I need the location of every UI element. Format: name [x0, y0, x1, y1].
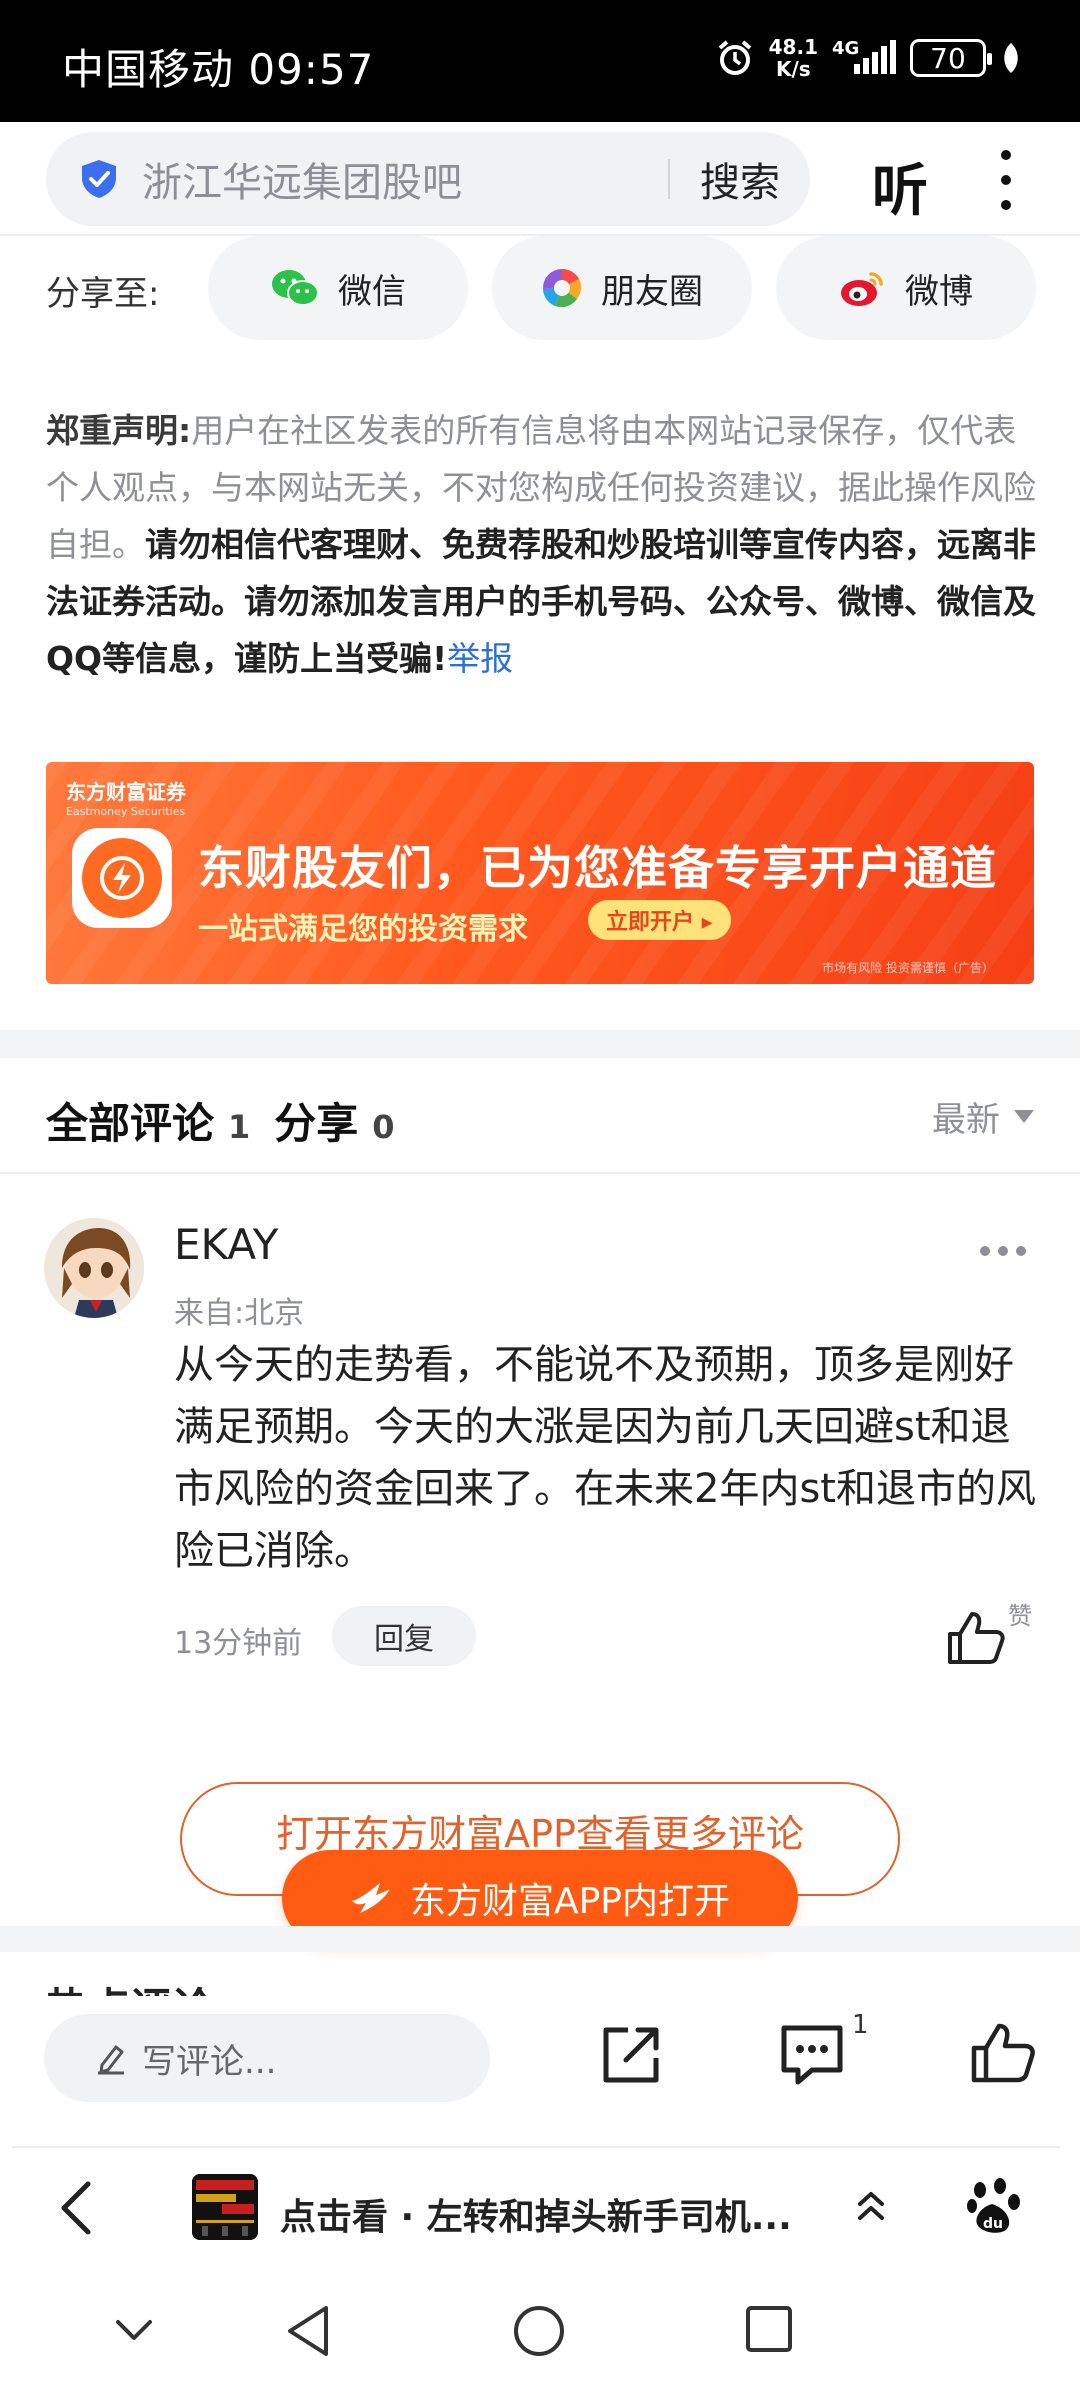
nav-home-icon[interactable]	[512, 2304, 566, 2358]
listen-button[interactable]: 听	[872, 146, 928, 227]
battery-indicator: 70	[910, 39, 992, 77]
comment-location: 来自:北京	[174, 1296, 305, 1331]
all-comments-count: 1	[228, 1108, 251, 1146]
section-heading-cutoff: 热点评论	[46, 1978, 346, 1999]
search-button[interactable]: 搜索	[670, 150, 810, 208]
signal-icon: 4G	[832, 38, 896, 78]
weibo-icon	[841, 272, 883, 306]
section-divider	[0, 1926, 1080, 1952]
comment-time: 13分钟前	[174, 1626, 303, 1661]
search-input[interactable]: 浙江华远集团股吧	[142, 150, 668, 208]
shares-count: 0	[372, 1108, 395, 1146]
comment-icon[interactable]	[778, 2022, 846, 2088]
ad-open-account-button[interactable]: 立即开户 ▸	[588, 900, 731, 940]
chevron-up-icon[interactable]	[856, 2188, 886, 2224]
share-icon[interactable]	[598, 2022, 664, 2088]
network-speed: 48.1 K/s	[768, 35, 818, 81]
ad-brand: 东方财富证券 Eastmoney Securities	[66, 780, 186, 818]
comment-body: 从今天的走势看，不能说不及预期，顶多是刚好满足预期。今天的大涨是因为前几天回避s…	[174, 1342, 1036, 1574]
share-moments-label: 朋友圈	[601, 271, 703, 312]
ad-subtitle: 一站式满足您的投资需求	[198, 912, 528, 947]
ad-note: 市场有风险 投资需谨慎（广告）	[822, 961, 994, 975]
eastmoney-logo-icon	[351, 1883, 390, 1913]
alarm-icon	[718, 40, 751, 75]
reply-button[interactable]: 回复	[332, 1606, 476, 1666]
comment-count-badge: 1	[852, 2010, 869, 2040]
share-weibo-label: 微博	[905, 271, 973, 312]
tab-all-comments[interactable]: 全部评论	[46, 1099, 214, 1148]
nav-recents-icon[interactable]	[744, 2304, 794, 2354]
section-divider	[0, 1030, 1080, 1058]
share-wechat-button[interactable]: 微信	[208, 236, 468, 340]
status-bar: 中国移动 09:57 48.1 K/s 4G 70	[0, 0, 1080, 122]
system-nav-bar	[0, 2268, 1080, 2388]
back-arrow-icon[interactable]	[56, 2178, 96, 2238]
triangle-down-icon	[1014, 1110, 1034, 1123]
baidu-paw-icon[interactable]: du	[966, 2178, 1022, 2236]
comment-toolbar: 写评论... 1	[0, 1996, 1080, 2148]
report-link[interactable]: 举报	[447, 639, 513, 678]
share-weibo-button[interactable]: 微博	[776, 236, 1036, 340]
thumbs-up-icon[interactable]	[946, 1610, 1006, 1666]
comment-tabs: 全部评论 1 分享 0	[46, 1090, 419, 1151]
moments-icon	[542, 268, 581, 308]
nav-back-icon[interactable]	[284, 2304, 332, 2358]
ad-logo-icon	[72, 828, 172, 928]
sort-dropdown[interactable]: 最新	[932, 1092, 1034, 1141]
disclaimer: 郑重声明:用户在社区发表的所有信息将由本网站记录保存，仅代表个人观点，与本网站无…	[46, 402, 1036, 687]
page-title[interactable]: 点击看 · 左转和掉头新手司机...	[280, 2188, 792, 2240]
carrier-time: 中国移动 09:57	[62, 45, 375, 94]
video-thumbnail[interactable]	[192, 2174, 258, 2240]
pencil-icon	[98, 2045, 124, 2075]
chevron-down-icon[interactable]	[114, 2318, 154, 2342]
share-label: 分享至:	[46, 274, 160, 314]
browser-bar: 点击看 · 左转和掉头新手司机... du	[0, 2150, 1080, 2268]
search-box[interactable]: 浙江华远集团股吧 搜索	[46, 132, 810, 226]
wechat-icon	[272, 270, 319, 306]
comments-header: 全部评论 1 分享 0 最新	[0, 1058, 1080, 1174]
more-menu-icon[interactable]	[996, 150, 1016, 210]
sort-label: 最新	[932, 1100, 1000, 1140]
like-icon[interactable]	[970, 2022, 1036, 2084]
share-wechat-label: 微信	[338, 271, 406, 312]
tab-shares[interactable]: 分享	[274, 1099, 358, 1148]
share-moments-button[interactable]: 朋友圈	[492, 236, 752, 340]
comment-author[interactable]: EKAY	[174, 1220, 278, 1269]
disclaimer-warning: 请勿相信代客理财、免费荐股和炒股培训等宣传内容，远离非法证券活动。请勿添加发言用…	[46, 525, 1036, 678]
shield-icon	[82, 160, 116, 198]
like-label: 赞	[1008, 1602, 1032, 1630]
ad-title: 东财股友们，已为您准备专享开户通道	[198, 841, 997, 895]
top-bar: 浙江华远集团股吧 搜索 听	[0, 122, 1080, 236]
disclaimer-heading: 郑重声明:	[46, 411, 192, 450]
write-comment-input[interactable]: 写评论...	[44, 2014, 490, 2102]
status-icons: 48.1 K/s 4G 70	[715, 36, 1022, 80]
leaf-icon	[1004, 43, 1018, 73]
more-options-icon[interactable]	[980, 1246, 1026, 1256]
divider	[12, 2146, 1060, 2148]
ad-banner[interactable]: 东方财富证券 Eastmoney Securities 东财股友们，已为您准备专…	[46, 762, 1034, 984]
avatar[interactable]	[44, 1218, 144, 1318]
svg-text:du: du	[983, 2216, 1003, 2232]
